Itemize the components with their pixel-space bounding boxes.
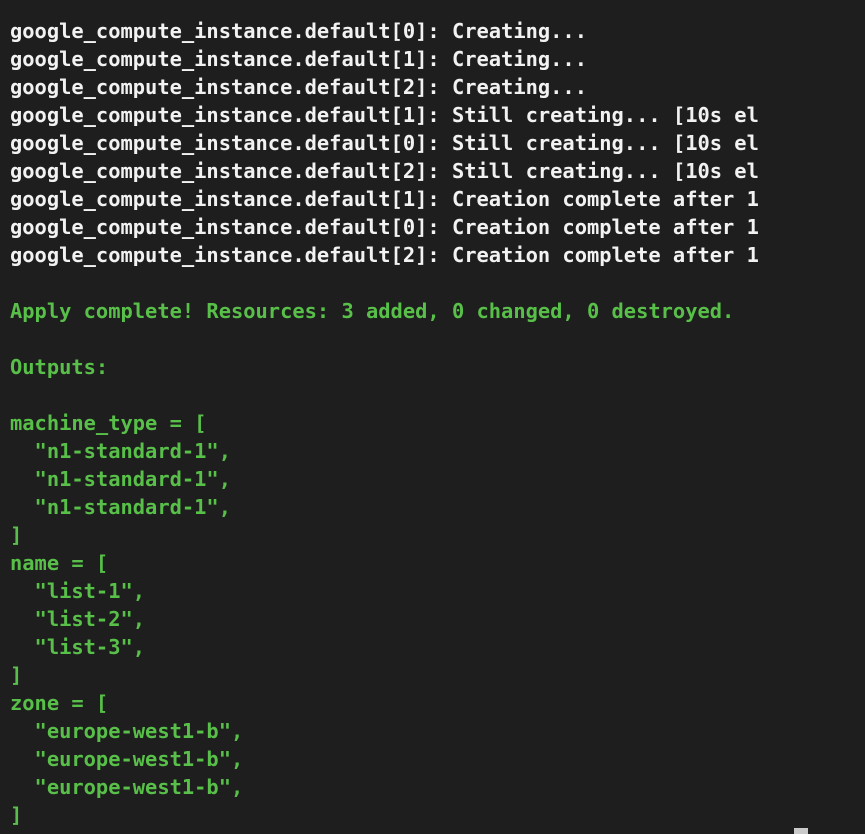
log-line: google_compute_instance.default[0]: Crea… bbox=[10, 19, 587, 43]
output-name-close: ] bbox=[10, 663, 23, 687]
output-machine-type-open: machine_type = [ bbox=[10, 411, 207, 435]
log-line: google_compute_instance.default[1]: Crea… bbox=[10, 187, 759, 211]
log-line: google_compute_instance.default[0]: Crea… bbox=[10, 215, 759, 239]
log-line: google_compute_instance.default[1]: Crea… bbox=[10, 47, 587, 71]
output-value: "list-2", bbox=[10, 607, 146, 631]
output-value: "europe-west1-b", bbox=[10, 747, 244, 771]
log-line: google_compute_instance.default[2]: Crea… bbox=[10, 75, 587, 99]
output-name-open: name = [ bbox=[10, 551, 109, 575]
output-machine-type-close: ] bbox=[10, 523, 23, 547]
log-line: google_compute_instance.default[2]: Crea… bbox=[10, 243, 759, 267]
output-value: "n1-standard-1", bbox=[10, 467, 231, 491]
output-value: "list-3", bbox=[10, 635, 146, 659]
output-zone-close: ] bbox=[10, 803, 23, 827]
output-value: "list-1", bbox=[10, 579, 146, 603]
output-value: "europe-west1-b", bbox=[10, 775, 244, 799]
log-line: google_compute_instance.default[1]: Stil… bbox=[10, 103, 759, 127]
outputs-header: Outputs: bbox=[10, 355, 109, 379]
output-value: "n1-standard-1", bbox=[10, 495, 231, 519]
output-value: "n1-standard-1", bbox=[10, 439, 231, 463]
output-zone-open: zone = [ bbox=[10, 691, 109, 715]
log-line: google_compute_instance.default[2]: Stil… bbox=[10, 159, 759, 183]
output-value: "europe-west1-b", bbox=[10, 719, 244, 743]
terminal-window[interactable]: google_compute_instance.default[0]: Crea… bbox=[0, 0, 865, 834]
terminal-output: google_compute_instance.default[0]: Crea… bbox=[10, 17, 865, 829]
terminal-cursor bbox=[794, 828, 808, 834]
apply-summary: Apply complete! Resources: 3 added, 0 ch… bbox=[10, 299, 735, 323]
log-line: google_compute_instance.default[0]: Stil… bbox=[10, 131, 759, 155]
